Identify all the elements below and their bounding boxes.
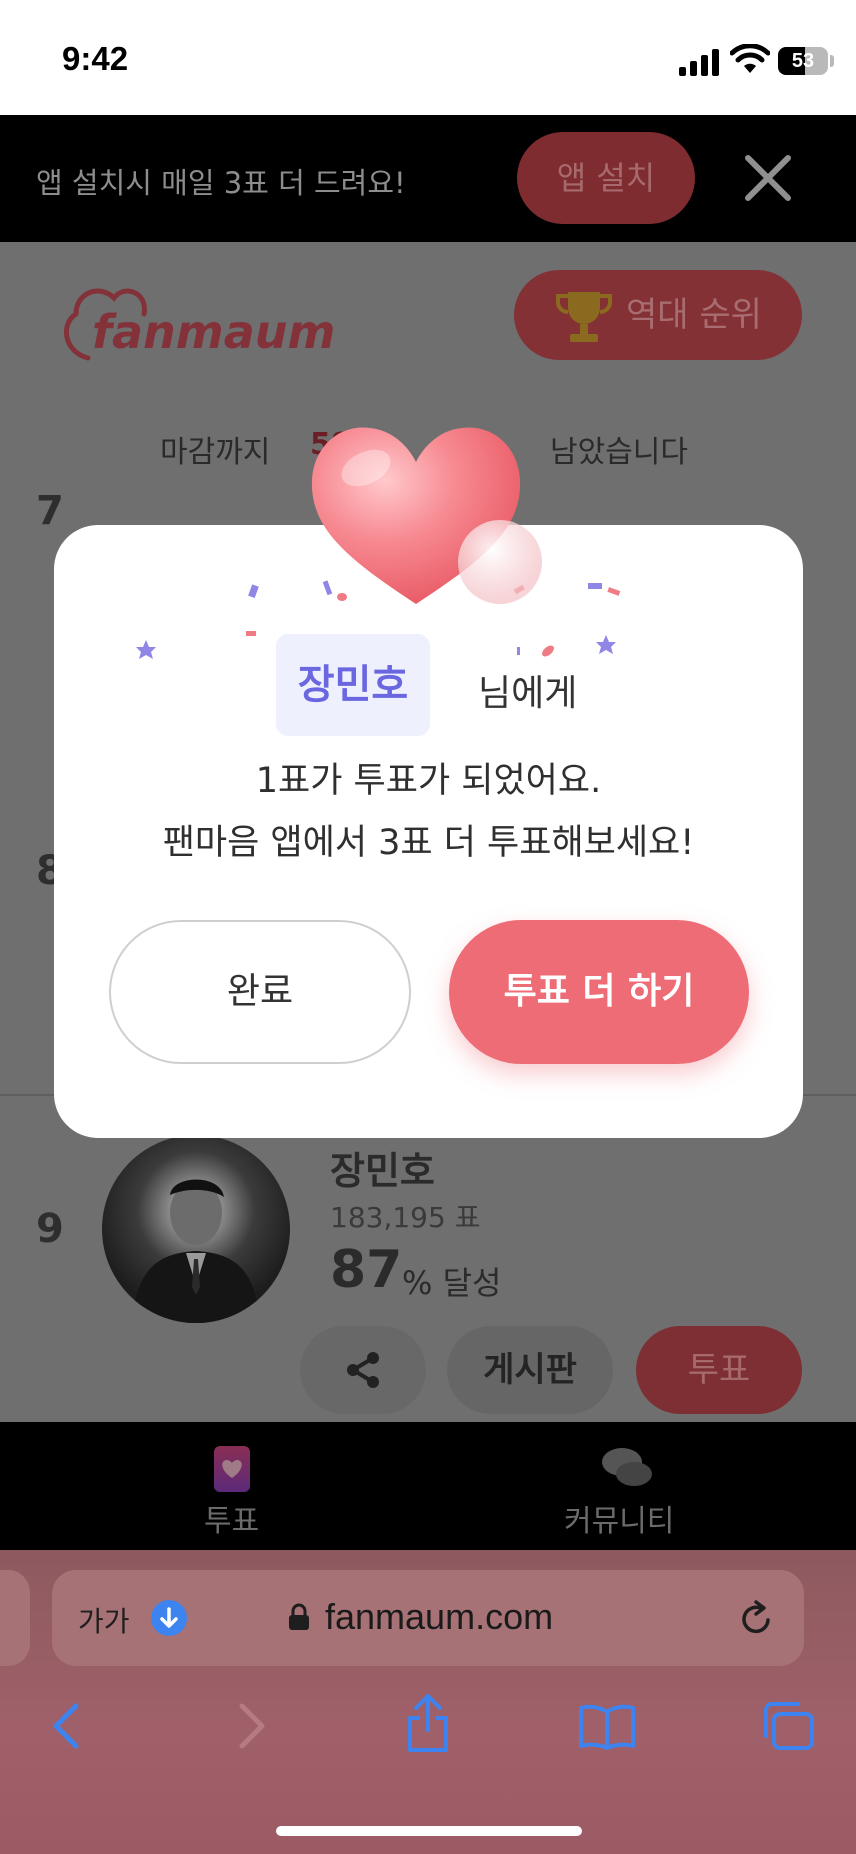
rank-number-7: 7 <box>36 488 64 534</box>
vote-tab-icon <box>214 1446 250 1492</box>
battery-nub <box>830 55 834 67</box>
back-icon[interactable] <box>48 1702 84 1750</box>
board-button[interactable]: 게시판 <box>447 1326 613 1414</box>
artist-name: 장민호 <box>330 1149 435 1193</box>
previous-tab-stub[interactable] <box>0 1570 30 1666</box>
forward-icon[interactable] <box>234 1702 270 1750</box>
tab-community[interactable]: 커뮤니티 <box>564 1496 674 1540</box>
cellular-signal-icon <box>679 48 719 76</box>
share-page-icon[interactable] <box>404 1692 452 1754</box>
download-icon[interactable] <box>151 1600 187 1636</box>
promo-text: 앱 설치시 매일 3표 더 드려요! <box>36 166 406 200</box>
trophy-icon <box>556 292 612 342</box>
rank-button-label: 역대 순위 <box>626 295 762 335</box>
lock-icon <box>289 1603 309 1630</box>
artist-achievement-percent: 87 <box>330 1240 403 1300</box>
vote-more-button[interactable]: 투표 더 하기 <box>449 920 749 1064</box>
status-bar <box>0 0 856 115</box>
rank-number-9: 9 <box>36 1206 64 1252</box>
home-indicator <box>276 1826 582 1836</box>
all-time-ranking-button[interactable]: 역대 순위 <box>514 270 802 360</box>
logo-text: fanmaum <box>92 305 335 359</box>
url-text[interactable]: fanmaum.com <box>325 1596 553 1638</box>
wifi-icon <box>730 44 770 73</box>
app-promo-message: 팬마음 앱에서 3표 더 투표해보세요! <box>162 823 695 863</box>
battery-icon: 53 <box>778 47 828 75</box>
artist-achievement-label: % 달성 <box>402 1264 502 1302</box>
share-button[interactable] <box>300 1326 426 1414</box>
deadline-prefix: 마감까지 <box>160 435 271 470</box>
community-tab-icon <box>602 1448 652 1486</box>
close-icon[interactable] <box>740 150 796 206</box>
artist-photo <box>132 1179 260 1323</box>
reload-icon[interactable] <box>738 1600 774 1638</box>
tabs-icon[interactable] <box>760 1700 816 1752</box>
artist-vote-count: 183,195 표 <box>330 1201 481 1234</box>
status-time: 9:42 <box>62 40 129 77</box>
battery-level: 53 <box>791 50 815 72</box>
vote-button[interactable]: 투표 <box>636 1326 802 1414</box>
heart-icon <box>311 427 542 604</box>
tab-vote[interactable]: 투표 <box>204 1496 259 1540</box>
vote-result-message: 1표가 투표가 되었어요. <box>255 761 602 801</box>
share-icon <box>347 1352 379 1388</box>
recipient-suffix: 님에게 <box>478 673 578 714</box>
deadline-suffix: 남았습니다 <box>550 435 688 470</box>
bottom-tab-bar <box>0 1422 856 1550</box>
fanmaum-logo[interactable]: fanmaum <box>56 270 336 370</box>
recipient-name: 장민호 <box>276 634 430 736</box>
done-button[interactable]: 완료 <box>109 920 411 1064</box>
text-size-button[interactable]: 가가 <box>78 1600 130 1640</box>
bookmarks-icon[interactable] <box>578 1702 636 1750</box>
artist-avatar[interactable] <box>102 1135 290 1323</box>
install-app-button[interactable]: 앱 설치 <box>517 132 695 224</box>
